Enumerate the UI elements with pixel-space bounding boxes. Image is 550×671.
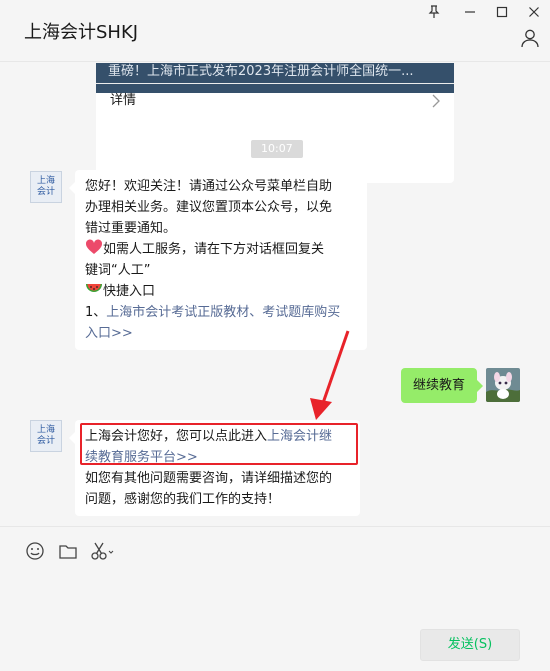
avatar-text-bottom: 会计 [36, 187, 55, 197]
user-message: 继续教育 [401, 368, 484, 403]
welcome-line-6-row: 快捷入口 [85, 281, 357, 302]
link-prefix: 1、 [85, 305, 107, 320]
reply-avatar-text-bottom: 会计 [36, 436, 55, 446]
heart-icon [85, 239, 103, 255]
maximize-icon[interactable] [494, 4, 510, 20]
send-button[interactable]: 发送(S) [420, 629, 520, 661]
profile-icon[interactable] [520, 28, 542, 50]
input-area[interactable]: 发送(S) [0, 526, 550, 671]
minimize-icon[interactable] [462, 4, 478, 20]
timestamp: 10:07 [251, 140, 303, 158]
welcome-line-4-row: 如需人工服务，请在下方对话框回复关 [85, 239, 357, 260]
chat-area[interactable]: 重磅！上海市正式发布2023年注册会计师全国统一... 详情 10:07 上海 … [0, 63, 550, 526]
user-avatar[interactable] [486, 368, 520, 402]
reply-line-4: 问题，感谢您的我们工作的支持！ [85, 492, 281, 507]
welcome-message: 您好！欢迎关注！请通过公众号菜单栏自助 办理相关业务。建议您置顶本公众号，以免 … [69, 170, 367, 350]
purchase-link-row[interactable]: 1、上海市会计考试正版教材、考试题库购买 [85, 302, 357, 323]
chat-title: 上海会计SHKJ [24, 22, 139, 43]
title-bar: 上海会计SHKJ [0, 0, 550, 62]
user-message-text: 继续教育 [413, 378, 466, 393]
avatar-text-top: 上海 [36, 176, 55, 186]
emoji-icon[interactable] [25, 541, 45, 561]
welcome-line-3: 错过重要通知。 [85, 221, 177, 236]
purchase-link-line-1[interactable]: 上海市会计考试正版教材、考试题库购买 [106, 305, 340, 320]
scissors-icon[interactable] [90, 541, 116, 561]
account-avatar[interactable]: 上海 会计 [30, 171, 62, 203]
reply-avatar-text-top: 上海 [36, 425, 55, 435]
article-card[interactable]: 重磅！上海市正式发布2023年注册会计师全国统一... 详情 [96, 63, 454, 183]
detail-link[interactable]: 详情 [96, 83, 454, 117]
folder-icon[interactable] [58, 541, 78, 561]
welcome-line-5: 键词“人工” [85, 263, 151, 278]
reply-line-3: 如您有其他问题需要咨询，请详细描述您的 [85, 471, 333, 486]
highlight-box [80, 423, 358, 465]
watermelon-icon [85, 281, 103, 297]
welcome-line-1: 您好！欢迎关注！请通过公众号菜单栏自助 [85, 179, 333, 194]
close-icon[interactable] [526, 4, 542, 20]
account-avatar-reply[interactable]: 上海 会计 [30, 420, 62, 452]
detail-label: 详情 [110, 93, 137, 108]
chevron-right-icon [432, 84, 440, 120]
welcome-line-4: 如需人工服务，请在下方对话框回复关 [103, 242, 325, 257]
annotation-arrow [310, 330, 350, 420]
welcome-line-6: 快捷入口 [103, 284, 156, 299]
welcome-line-2: 办理相关业务。建议您置顶本公众号，以免 [85, 200, 333, 215]
pin-icon[interactable] [426, 4, 442, 20]
